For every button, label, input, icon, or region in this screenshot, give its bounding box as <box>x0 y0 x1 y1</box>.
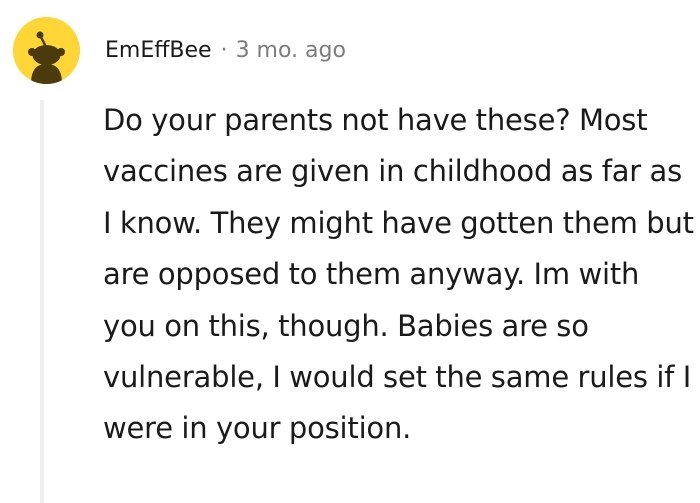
user-avatar[interactable] <box>13 17 80 84</box>
comment: EmEffBee · 3 mo. ago Do your parents not… <box>0 0 700 503</box>
comment-body: Do your parents not have these? Most vac… <box>103 103 694 446</box>
username-link[interactable]: EmEffBee <box>105 38 212 63</box>
snoo-avatar-icon <box>13 17 80 84</box>
timestamp-link[interactable]: 3 mo. ago <box>236 38 346 63</box>
thread-collapse-line[interactable] <box>40 100 44 503</box>
comment-header: EmEffBee · 3 mo. ago <box>105 32 346 68</box>
separator-dot: · <box>220 37 228 63</box>
